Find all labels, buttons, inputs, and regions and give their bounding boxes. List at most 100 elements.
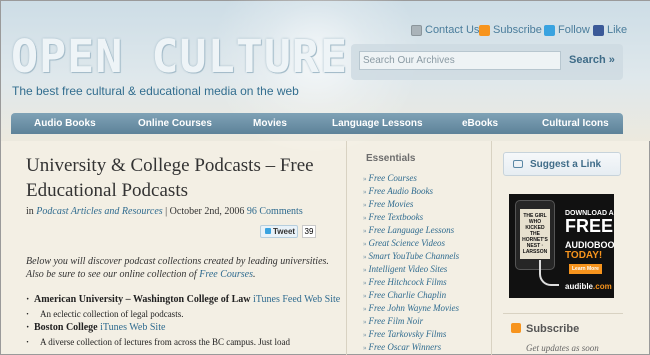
follow-label: Follow [558,24,590,36]
essentials-item[interactable]: » Free Charlie Chaplin [363,289,488,302]
essentials-item[interactable]: » Free Movies [363,198,488,211]
contact-link[interactable]: Contact Us [411,24,479,36]
main-nav: Audio Books Online Courses Movies Langua… [11,113,623,134]
essentials-item[interactable]: » Free Language Lessons [363,224,488,237]
essentials-item-label: Free Charlie Chaplin [368,290,447,300]
column-divider [346,141,347,355]
essentials-item-label: Smart YouTube Channels [368,251,460,261]
like-label: Like [607,24,628,36]
suggest-link-button[interactable]: Suggest a Link [503,152,621,176]
audible-ad[interactable]: THE GIRL WHO KICKED THE HORNET'S NEST · … [509,194,614,298]
earbuds-image [539,260,559,286]
nav-movies[interactable]: Movies [253,118,287,129]
essentials-item-label: Free Hitchcock Films [368,277,447,287]
suggest-label: Suggest a Link [530,159,602,170]
essentials-item-label: Free Courses [368,173,417,183]
article-title: University & College Podcasts – Free Edu… [26,155,314,201]
arrow-icon: » [363,188,367,196]
nav-ebooks[interactable]: eBooks [462,118,498,129]
ad-line3: AUDIOBOOK [565,240,614,250]
rss-icon [479,24,490,36]
essentials-item[interactable]: » Great Science Videos [363,237,488,250]
ad-line4: TODAY! [565,250,603,261]
essentials-item-label: Great Science Videos [368,238,445,248]
speech-bubble-icon [513,160,523,168]
podcast-list: American University – Washington College… [26,294,346,350]
article-date: | October 2nd, 2006 [165,206,245,217]
like-link[interactable]: Like [593,24,627,36]
tweet-button[interactable]: Tweet [260,225,298,238]
site-logo[interactable]: OPEN CULTURE [11,31,348,83]
comments-link[interactable]: 96 Comments [247,206,303,217]
audible-brand: audible.com [565,282,612,291]
arrow-icon: » [363,344,367,352]
essentials-item-label: Free Language Lessons [368,225,455,235]
essentials-item[interactable]: » Free Hitchcock Films [363,276,488,289]
learn-more-button[interactable]: Learn More [569,264,602,274]
essentials-item[interactable]: » Free Tarkovsky Films [363,328,488,341]
search-input[interactable]: Search Our Archives [359,51,561,70]
arrow-icon: » [363,279,367,287]
free-courses-link[interactable]: Free Courses [199,269,253,280]
essentials-item[interactable]: » Free John Wayne Movies [363,302,488,315]
column-divider [491,141,492,355]
essentials-item-label: Intelligent Video Sites [368,264,448,274]
nav-language-lessons[interactable]: Language Lessons [332,118,423,129]
arrow-icon: » [363,253,367,261]
mail-icon [411,24,422,36]
arrow-icon: » [363,318,367,326]
essentials-item[interactable]: » Free Oscar Winners [363,341,488,354]
site-tagline: The best free cultural & educational med… [12,84,299,98]
essentials-item-label: Free Movies [368,199,414,209]
meta-in: in [26,206,34,217]
list-item-desc: An eclectic collection of legal podcasts… [26,308,346,320]
follow-link[interactable]: Follow [544,24,590,36]
book-cover: THE GIRL WHO KICKED THE HORNET'S NEST · … [520,209,550,259]
essentials-item-label: Free John Wayne Movies [368,303,460,313]
subscribe-title: Subscribe [526,323,580,335]
university-name: Boston College [34,322,98,333]
essentials-item[interactable]: » Smart YouTube Channels [363,250,488,263]
subscribe-heading: Subscribe [511,323,579,335]
arrow-icon: » [363,305,367,313]
essentials-item[interactable]: » Free Film Noir [363,315,488,328]
subscribe-label: Subscribe [493,24,542,36]
list-item: American University – Washington College… [26,294,346,306]
category-link[interactable]: Podcast Articles and Resources [36,206,162,217]
facebook-icon [593,24,604,36]
essentials-item[interactable]: » Free Audio Books [363,185,488,198]
divider [503,313,623,314]
essentials-item[interactable]: » Free Textbooks [363,211,488,224]
nav-cultural-icons[interactable]: Cultural Icons [542,118,609,129]
essentials-item[interactable]: » Intelligent Video Sites [363,263,488,276]
site-header: OPEN CULTURE The best free cultural & ed… [1,0,650,151]
search-button[interactable]: Search » [569,54,615,66]
brand-prefix: audible [565,282,594,291]
essentials-item-label: Free Textbooks [368,212,424,222]
twitter-icon [544,24,555,36]
list-item: Boston College iTunes Web Site [26,322,346,334]
nav-online-courses[interactable]: Online Courses [138,118,212,129]
university-links[interactable]: iTunes Feed Web Site [253,294,340,305]
rss-icon [511,323,521,333]
essentials-item-label: Free Tarkovsky Films [368,329,447,339]
list-item-desc: A diverse collection of lectures from ac… [26,336,346,348]
brand-suffix: .com [593,282,612,291]
arrow-icon: » [363,214,367,222]
arrow-icon: » [363,175,367,183]
subscribe-link[interactable]: Subscribe [479,24,542,36]
essentials-item[interactable]: » Free Courses [363,172,488,185]
contact-label: Contact Us [425,24,480,36]
nav-audio-books[interactable]: Audio Books [34,118,96,129]
arrow-icon: » [363,331,367,339]
book-cover-text: THE GIRL WHO KICKED THE HORNET'S NEST · … [522,213,548,255]
article-meta: in Podcast Articles and Resources | Octo… [26,206,303,217]
tweet-count: 39 [302,225,316,238]
essentials-title: Essentials [366,153,416,164]
university-links[interactable]: iTunes Web Site [100,322,165,333]
article-intro: Below you will discover podcast collecti… [26,255,336,281]
subscribe-text: Get updates as soon [526,343,599,353]
arrow-icon: » [363,266,367,274]
university-name: American University – Washington College… [34,294,251,305]
search-box: Search Our Archives Search » [351,44,623,80]
